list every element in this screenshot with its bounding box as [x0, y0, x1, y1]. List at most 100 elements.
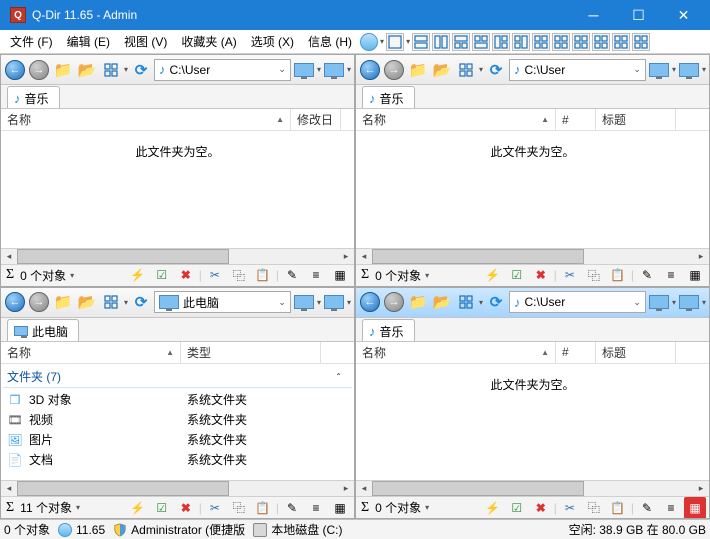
sigma-icon[interactable]: Σ [4, 500, 16, 516]
column-header[interactable]: # [556, 109, 596, 130]
monitor-button[interactable] [648, 59, 670, 81]
cut-button[interactable]: ✂ [204, 497, 226, 519]
explorer-button[interactable]: 📁 [407, 291, 429, 313]
column-header[interactable]: 类型 [181, 342, 321, 363]
group-header[interactable]: 文件夹 (7)⌃ [3, 366, 352, 388]
menu-info[interactable]: 信息 (H) [302, 31, 358, 52]
new-folder-button[interactable]: 📂 [431, 59, 453, 81]
bolt-icon[interactable]: ⚡ [127, 264, 149, 286]
dropdown-icon[interactable]: ▾ [672, 298, 676, 307]
refresh-button[interactable]: ⟳ [130, 59, 152, 81]
back-button[interactable]: ← [359, 59, 381, 81]
grid-icon[interactable]: ▦ [329, 264, 351, 286]
forward-button[interactable]: → [383, 59, 405, 81]
tab[interactable]: ♪音乐 [362, 319, 415, 341]
grid-icon[interactable]: ▦ [684, 497, 706, 519]
layout-4e-icon[interactable] [612, 33, 630, 51]
layout-4-icon[interactable] [532, 33, 550, 51]
properties-button[interactable]: ✎ [636, 497, 658, 519]
menu-options[interactable]: 选项 (X) [245, 31, 300, 52]
layout-4b-icon[interactable] [552, 33, 570, 51]
chevron-down-icon[interactable]: ⌄ [633, 297, 641, 308]
dropdown-icon[interactable]: ▾ [124, 298, 128, 307]
checks-icon[interactable]: ☑ [151, 497, 173, 519]
menu-favorites[interactable]: 收藏夹 (A) [175, 31, 242, 52]
layout-3a-icon[interactable] [452, 33, 470, 51]
dropdown-icon[interactable]: ▾ [479, 65, 483, 74]
column-header[interactable]: 名称▲ [1, 109, 291, 130]
dropdown-icon[interactable]: ▾ [70, 271, 74, 280]
monitor-button[interactable] [293, 291, 315, 313]
copy-button[interactable]: ⿻ [583, 264, 605, 286]
sigma-icon[interactable]: Σ [4, 267, 16, 283]
layout-2h-icon[interactable] [412, 33, 430, 51]
sigma-icon[interactable]: Σ [359, 267, 371, 283]
list-item[interactable]: ❒ 3D 对象 系统文件夹 [1, 390, 354, 410]
dropdown-icon[interactable]: ▾ [317, 65, 321, 74]
column-header[interactable]: # [556, 342, 596, 363]
dropdown-icon[interactable]: ▾ [380, 37, 384, 46]
refresh-button[interactable]: ⟳ [485, 291, 507, 313]
properties-button[interactable]: ✎ [636, 264, 658, 286]
new-folder-button[interactable]: 📂 [76, 59, 98, 81]
dropdown-icon[interactable]: ▾ [672, 65, 676, 74]
monitor-button-2[interactable] [323, 59, 345, 81]
address-bar[interactable]: ♪ C:\User ⌄ [509, 291, 646, 313]
forward-button[interactable]: → [28, 59, 50, 81]
delete-button[interactable]: ✖ [175, 264, 197, 286]
new-folder-button[interactable]: 📂 [76, 291, 98, 313]
menu-button[interactable]: ≡ [305, 497, 327, 519]
minimize-button[interactable]: ─ [571, 0, 616, 30]
dropdown-icon[interactable]: ▾ [479, 298, 483, 307]
paste-button[interactable]: 📋 [607, 264, 629, 286]
file-list[interactable]: 文件夹 (7)⌃ ❒ 3D 对象 系统文件夹 🎞 视频 系统文件夹 🖼 图片 系… [1, 364, 354, 481]
layout-4d-icon[interactable] [592, 33, 610, 51]
column-header[interactable]: 修改日 [291, 109, 341, 130]
monitor-button[interactable] [293, 59, 315, 81]
dropdown-icon[interactable]: ▾ [425, 271, 429, 280]
bolt-icon[interactable]: ⚡ [482, 264, 504, 286]
menu-view[interactable]: 视图 (V) [118, 31, 173, 52]
h-scrollbar[interactable]: ◂▸ [1, 248, 354, 264]
dropdown-icon[interactable]: ▾ [702, 65, 706, 74]
chevron-down-icon[interactable]: ⌄ [633, 64, 641, 75]
copy-button[interactable]: ⿻ [228, 497, 250, 519]
copy-button[interactable]: ⿻ [583, 497, 605, 519]
list-item[interactable]: 🎞 视频 系统文件夹 [1, 410, 354, 430]
h-scrollbar[interactable]: ◂▸ [356, 248, 709, 264]
bolt-icon[interactable]: ⚡ [482, 497, 504, 519]
menu-edit[interactable]: 编辑 (E) [61, 31, 116, 52]
view-layout-button[interactable] [455, 59, 477, 81]
menu-button[interactable]: ≡ [660, 497, 682, 519]
h-scrollbar[interactable]: ◂▸ [356, 480, 709, 496]
view-layout-button[interactable] [100, 291, 122, 313]
monitor-button[interactable] [648, 291, 670, 313]
address-bar[interactable]: ♪ C:\User ⌄ [154, 59, 291, 81]
layout-3b-icon[interactable] [472, 33, 490, 51]
cut-button[interactable]: ✂ [204, 264, 226, 286]
file-list[interactable]: 此文件夹为空。 [1, 131, 354, 248]
column-header[interactable]: 名称▲ [356, 109, 556, 130]
maximize-button[interactable]: ☐ [616, 0, 661, 30]
checks-icon[interactable]: ☑ [506, 264, 528, 286]
dropdown-icon[interactable]: ▾ [124, 65, 128, 74]
delete-button[interactable]: ✖ [530, 264, 552, 286]
menu-button[interactable]: ≡ [305, 264, 327, 286]
dropdown-icon[interactable]: ▾ [406, 37, 410, 46]
forward-button[interactable]: → [383, 291, 405, 313]
menu-button[interactable]: ≡ [660, 264, 682, 286]
grid-icon[interactable]: ▦ [684, 264, 706, 286]
column-header[interactable]: 名称▲ [356, 342, 556, 363]
layout-4f-icon[interactable] [632, 33, 650, 51]
bolt-icon[interactable]: ⚡ [127, 497, 149, 519]
refresh-button[interactable]: ⟳ [130, 291, 152, 313]
refresh-button[interactable]: ⟳ [485, 59, 507, 81]
file-list[interactable]: 此文件夹为空。 [356, 364, 709, 481]
monitor-button-2[interactable] [323, 291, 345, 313]
dropdown-icon[interactable]: ▾ [76, 503, 80, 512]
close-button[interactable]: ✕ [661, 0, 706, 30]
back-button[interactable]: ← [359, 291, 381, 313]
dropdown-icon[interactable]: ▾ [317, 298, 321, 307]
list-item[interactable]: 📄 文档 系统文件夹 [1, 450, 354, 470]
globe-icon[interactable] [360, 33, 378, 51]
